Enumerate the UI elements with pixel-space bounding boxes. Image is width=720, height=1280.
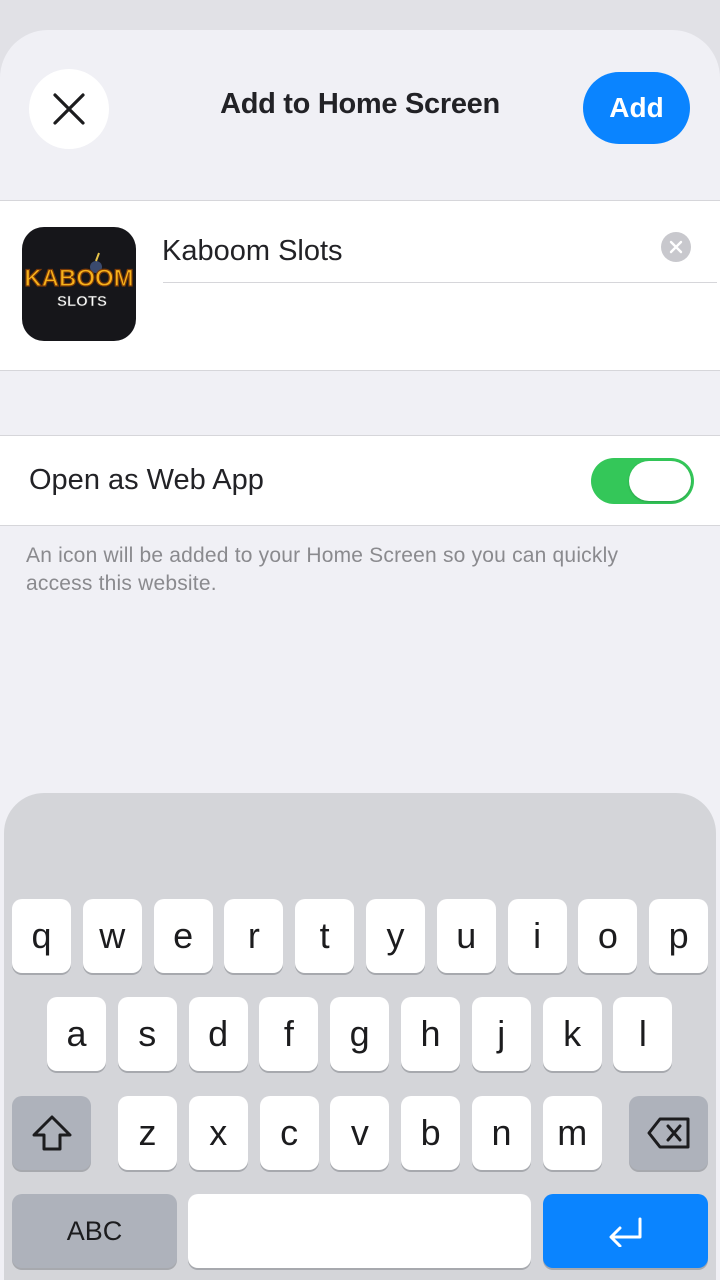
key-e[interactable]: e xyxy=(153,899,213,973)
open-as-web-app-toggle[interactable] xyxy=(591,458,694,504)
footer-note: An icon will be added to your Home Scree… xyxy=(26,544,619,595)
key-s[interactable]: s xyxy=(117,997,177,1071)
key-d[interactable]: d xyxy=(188,997,248,1071)
key-b[interactable]: b xyxy=(401,1096,461,1170)
key-y[interactable]: y xyxy=(366,899,425,973)
key-a[interactable]: a xyxy=(47,997,106,1071)
key-v[interactable]: v xyxy=(330,1096,390,1170)
open-as-web-app-row: Open as Web App xyxy=(0,435,720,526)
add-button[interactable]: Add xyxy=(583,72,690,144)
key-w[interactable]: w xyxy=(82,899,142,973)
app-name-card: KABOOM SLOTS xyxy=(0,200,720,371)
logo-title-text: KABOOM xyxy=(24,265,133,292)
backspace-icon xyxy=(647,1117,689,1149)
key-p[interactable]: p xyxy=(649,899,709,973)
sheet-header: Add to Home Screen Add xyxy=(0,30,720,200)
key-t[interactable]: t xyxy=(295,899,355,973)
delete-key[interactable] xyxy=(629,1096,708,1170)
key-x[interactable]: x xyxy=(188,1096,248,1170)
space-key[interactable] xyxy=(188,1194,531,1268)
field-underline xyxy=(163,282,717,283)
shift-icon xyxy=(32,1115,71,1151)
on-screen-keyboard: qwertyuiop asdfghjkl zxcvbnm ABC xyxy=(4,793,716,1280)
key-z[interactable]: z xyxy=(118,1096,177,1170)
key-n[interactable]: n xyxy=(472,1096,531,1170)
key-c[interactable]: c xyxy=(259,1096,319,1170)
key-l[interactable]: l xyxy=(613,997,673,1071)
key-r[interactable]: r xyxy=(224,899,284,973)
return-icon xyxy=(609,1217,641,1247)
key-g[interactable]: g xyxy=(330,997,390,1071)
abc-key[interactable]: ABC xyxy=(12,1194,177,1268)
key-f[interactable]: f xyxy=(259,997,319,1071)
kaboom-slots-logo: KABOOM SLOTS xyxy=(24,252,134,310)
key-m[interactable]: m xyxy=(542,1096,602,1170)
app-icon: KABOOM SLOTS xyxy=(22,227,136,341)
key-u[interactable]: u xyxy=(436,899,496,973)
key-o[interactable]: o xyxy=(578,899,638,973)
shift-key[interactable] xyxy=(12,1096,91,1170)
key-q[interactable]: q xyxy=(12,899,71,973)
clear-icon xyxy=(669,240,683,254)
app-name-field[interactable] xyxy=(162,231,642,271)
key-k[interactable]: k xyxy=(542,997,602,1071)
key-j[interactable]: j xyxy=(471,997,531,1071)
toggle-knob xyxy=(629,461,691,501)
clear-text-button[interactable] xyxy=(661,232,691,262)
open-as-web-app-label: Open as Web App xyxy=(29,464,264,496)
return-key[interactable] xyxy=(543,1194,708,1268)
key-i[interactable]: i xyxy=(507,899,567,973)
logo-subtitle-text: SLOTS xyxy=(57,293,107,310)
key-h[interactable]: h xyxy=(401,997,460,1071)
